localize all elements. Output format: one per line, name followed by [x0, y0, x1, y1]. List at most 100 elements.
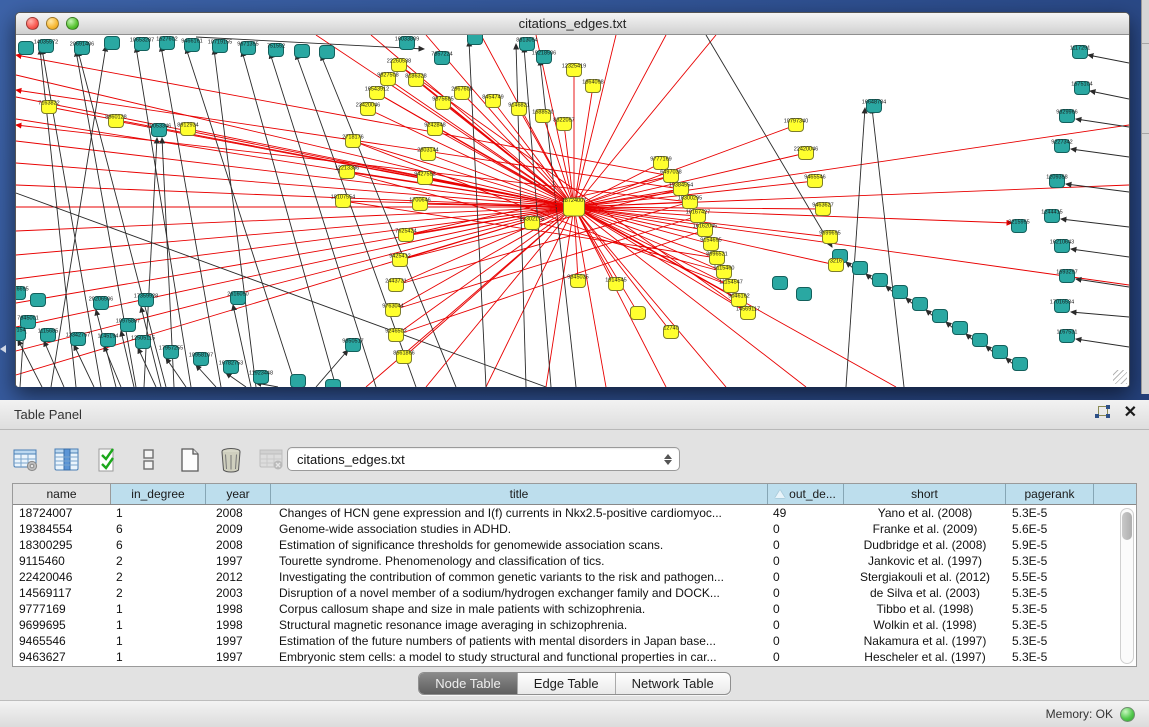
- float-panel-icon[interactable]: [1095, 405, 1110, 420]
- close-window-button[interactable]: [26, 17, 39, 30]
- network-node-teal[interactable]: [873, 274, 888, 287]
- table-settings-icon[interactable]: [12, 446, 40, 474]
- network-node-teal[interactable]: [773, 277, 788, 290]
- network-node-teal[interactable]: [326, 380, 341, 388]
- citation-edge-red[interactable]: [564, 124, 574, 207]
- node-label: 11923448: [249, 371, 273, 377]
- citation-edge-black[interactable]: [138, 348, 156, 387]
- table-row[interactable]: 1938455462009Genome-wide association stu…: [13, 521, 1136, 537]
- citation-edge-black[interactable]: [226, 373, 246, 387]
- citation-edge-black[interactable]: [196, 365, 216, 387]
- citation-edge-red[interactable]: [16, 207, 574, 279]
- citation-edge-black[interactable]: [1076, 119, 1129, 127]
- tab-node-table[interactable]: Node Table: [419, 673, 518, 694]
- citation-edge-black[interactable]: [1076, 279, 1129, 287]
- citation-edge-black[interactable]: [1071, 249, 1129, 257]
- network-node-teal[interactable]: [913, 298, 928, 311]
- node-label: 1244415: [1041, 210, 1062, 216]
- citation-edge-black[interactable]: [706, 35, 832, 247]
- citation-edge-red[interactable]: [574, 207, 806, 387]
- table-row[interactable]: 969969511998Structural magnetic resonanc…: [13, 617, 1136, 633]
- citation-edge-red[interactable]: [574, 207, 666, 387]
- vertical-scrollbar[interactable]: [1120, 508, 1134, 664]
- network-node-teal[interactable]: [993, 346, 1008, 359]
- select-columns-icon[interactable]: [94, 446, 122, 474]
- tab-edge-table[interactable]: Edge Table: [518, 673, 616, 694]
- citation-edge-black[interactable]: [872, 108, 904, 387]
- network-node-teal[interactable]: [893, 286, 908, 299]
- delete-entries-icon[interactable]: [217, 446, 245, 474]
- node-label: 11154547: [719, 280, 743, 286]
- citation-edge-black[interactable]: [242, 51, 336, 387]
- citation-edge-black[interactable]: [469, 41, 486, 387]
- scrollbar-thumb[interactable]: [1122, 512, 1132, 540]
- column-header-title[interactable]: title: [271, 484, 768, 504]
- network-node-teal[interactable]: [468, 35, 483, 45]
- window-resize-grip[interactable]: [1113, 370, 1127, 384]
- table-row[interactable]: 1872400712008Changes of HCN gene express…: [13, 505, 1136, 521]
- network-node-teal[interactable]: [19, 42, 34, 55]
- table-cell: 2: [111, 585, 206, 601]
- sort-ascending-icon: [775, 490, 785, 498]
- citation-edge-black[interactable]: [1071, 312, 1129, 317]
- table-row[interactable]: 946362711997Embryonic stem cells: a mode…: [13, 649, 1136, 665]
- network-view-window[interactable]: citations_edges.txt 14035572206914061065…: [15, 12, 1130, 387]
- zoom-window-button[interactable]: [66, 17, 79, 30]
- citation-edge-red[interactable]: [400, 207, 574, 260]
- citation-edge-black[interactable]: [214, 49, 256, 387]
- column-header-pagerank[interactable]: pagerank: [1006, 484, 1094, 504]
- column-header-name[interactable]: name: [13, 484, 111, 504]
- network-node-teal[interactable]: [797, 288, 812, 301]
- citation-edge-black[interactable]: [44, 341, 64, 387]
- column-header-short[interactable]: short: [844, 484, 1006, 504]
- network-canvas[interactable]: 1403557220691406106532871527602946616110…: [16, 35, 1129, 387]
- column-header-year[interactable]: year: [206, 484, 271, 504]
- citation-edge-black[interactable]: [1061, 219, 1129, 227]
- new-table-icon[interactable]: [176, 446, 204, 474]
- network-node-teal[interactable]: [853, 262, 868, 275]
- splitter-collapse-arrow[interactable]: [0, 345, 6, 353]
- table-row[interactable]: 946554611997Estimation of the future num…: [13, 633, 1136, 649]
- network-window-titlebar[interactable]: citations_edges.txt: [16, 13, 1129, 35]
- network-node-teal[interactable]: [1013, 358, 1028, 371]
- citation-edge-black[interactable]: [1071, 149, 1129, 157]
- table-row[interactable]: 1456911722003Disruption of a novel membe…: [13, 585, 1136, 601]
- tab-network-table[interactable]: Network Table: [616, 673, 730, 694]
- table-row[interactable]: 1830029562008Estimation of significance …: [13, 537, 1136, 553]
- citation-network-graph[interactable]: 1403557220691406106532871527602946616110…: [16, 35, 1129, 387]
- table-row[interactable]: 977716911998Corpus callosum shape and si…: [13, 601, 1136, 617]
- citation-edge-black[interactable]: [1076, 339, 1129, 347]
- table-row[interactable]: 911546021997Tourette syndrome. Phenomeno…: [13, 553, 1136, 569]
- citation-edge-red[interactable]: [16, 207, 574, 231]
- table-cell: Genome-wide association studies in ADHD.: [271, 521, 768, 537]
- column-header-in_degree[interactable]: in_degree: [111, 484, 206, 504]
- network-node-teal[interactable]: [320, 46, 335, 59]
- citation-edge-black[interactable]: [1088, 55, 1129, 63]
- citation-edge-black[interactable]: [161, 46, 221, 387]
- rows-icon[interactable]: [135, 446, 163, 474]
- table-row[interactable]: 2242004622012Investigating the contribut…: [13, 569, 1136, 585]
- table-body: 1872400712008Changes of HCN gene express…: [13, 505, 1136, 665]
- network-node-yellow[interactable]: [631, 307, 646, 320]
- citation-edge-black[interactable]: [74, 345, 94, 387]
- network-node-teal[interactable]: [291, 375, 306, 388]
- node-label: 8454749: [482, 95, 503, 101]
- citation-edge-black[interactable]: [166, 358, 186, 387]
- network-node-teal[interactable]: [31, 294, 46, 307]
- citation-edge-red[interactable]: [396, 230, 705, 335]
- citation-edge-black[interactable]: [186, 48, 296, 387]
- network-table-select[interactable]: citations_edges.txt: [287, 447, 680, 471]
- citation-edge-red[interactable]: [16, 207, 574, 255]
- show-column-icon[interactable]: [53, 446, 81, 474]
- close-panel-icon[interactable]: ✕: [1124, 406, 1137, 420]
- network-node-teal[interactable]: [933, 310, 948, 323]
- citation-edge-black[interactable]: [1090, 91, 1129, 99]
- citation-edge-red[interactable]: [353, 141, 574, 207]
- network-node-teal[interactable]: [105, 37, 120, 50]
- network-node-teal[interactable]: [973, 334, 988, 347]
- column-header-out_de[interactable]: out_de...: [768, 484, 844, 504]
- citation-edge-red[interactable]: [16, 185, 574, 207]
- network-node-teal[interactable]: [295, 45, 310, 58]
- network-node-teal[interactable]: [953, 322, 968, 335]
- minimize-window-button[interactable]: [46, 17, 59, 30]
